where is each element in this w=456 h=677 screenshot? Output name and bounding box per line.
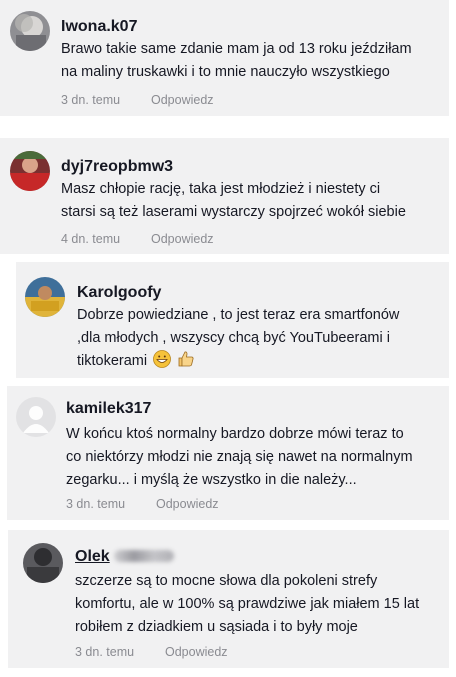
comment-meta: 3 dn. temu Odpowiedz [66,497,219,511]
comment-text-line: Dobrze powiedziane , to jest teraz era s… [77,307,400,323]
username[interactable]: Olek [75,548,174,566]
comment-text-line: komfortu, ale w 100% są prawdziwe jak mi… [75,596,420,612]
timestamp: 3 dn. temu [61,93,121,107]
comment-text-line: Brawo takie same zdanie mam ja od 13 rok… [61,41,412,57]
username[interactable]: dyj7reopbmw3 [61,158,173,176]
avatar[interactable] [10,151,50,191]
comment-card: dyj7reopbmw3 Masz chłopie rację, taka je… [0,138,449,254]
comment-text-fragment: tiktokerami [77,353,148,369]
reply-button[interactable]: Odpowiedz [156,497,219,511]
username[interactable]: Iwona.k07 [61,18,137,36]
username-text[interactable]: Olek [75,548,110,565]
avatar[interactable] [23,543,63,583]
comment-text-line: ,dla młodych , wszyscy chcą być YouTubee… [77,330,390,346]
grinning-face-icon [153,350,172,376]
comment-card: Iwona.k07 Brawo takie same zdanie mam ja… [0,0,449,116]
comment-card: Olek szczerze są to mocne słowa dla poko… [8,530,449,668]
comment-text-line-with-emoji: tiktokerami [77,350,195,376]
comment-meta: 3 dn. temu Odpowiedz [75,645,228,659]
comment-card: Karolgoofy Dobrze powiedziane , to jest … [16,262,449,378]
comment-meta: 3 dn. temu Odpowiedz [61,93,214,107]
reply-button[interactable]: Odpowiedz [151,93,214,107]
username[interactable]: Karolgoofy [77,284,161,302]
comment-text-line: na maliny truskawki i to mnie nauczyło w… [61,64,390,80]
comment-text-line: szczerze są to mocne słowa dla pokoleni … [75,573,378,589]
comment-text-line: W końcu ktoś normalny bardzo dobrze mówi… [66,426,404,442]
comment-card: kamilek317 W końcu ktoś normalny bardzo … [7,386,449,520]
comment-text-line: starsi są też laserami wystarczy spojrze… [61,204,406,220]
comment-text-line: co niektórzy młodzi nie znają się nawet … [66,449,413,465]
username[interactable]: kamilek317 [66,400,151,418]
timestamp: 3 dn. temu [75,645,135,659]
blurred-name-overlay [113,550,174,562]
timestamp: 4 dn. temu [61,232,121,246]
reply-button[interactable]: Odpowiedz [165,645,228,659]
comment-meta: 4 dn. temu Odpowiedz [61,232,214,246]
comment-text-line: zegarku... i myślą że wszystko in die na… [66,472,357,488]
comment-text-line: robiłem z dziadkiem u sąsiada i to były … [75,619,358,635]
thumbs-up-icon [177,350,195,376]
avatar[interactable] [25,277,65,317]
avatar[interactable] [16,397,56,437]
avatar[interactable] [10,11,50,51]
comment-text-line: Masz chłopie rację, taka jest młodzież i… [61,181,381,197]
reply-button[interactable]: Odpowiedz [151,232,214,246]
timestamp: 3 dn. temu [66,497,126,511]
